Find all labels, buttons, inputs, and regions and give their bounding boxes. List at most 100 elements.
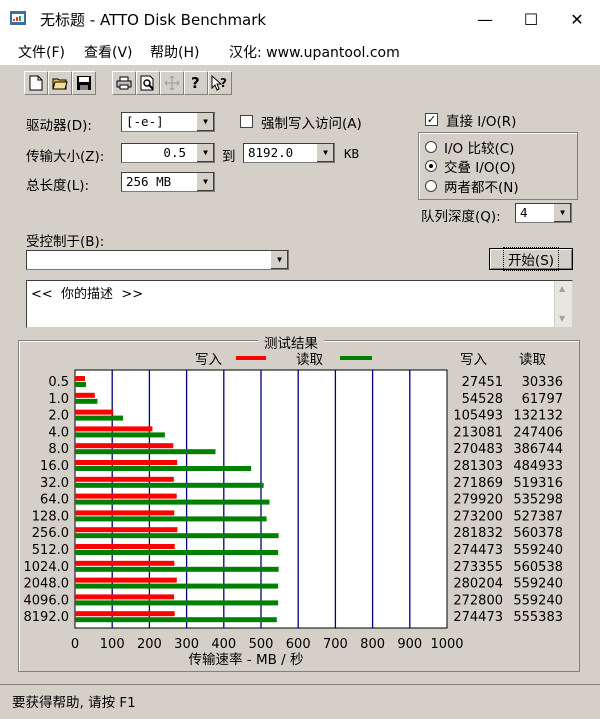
start-button-label: 开始(S) xyxy=(502,247,560,271)
scroll-down-icon[interactable]: ▼ xyxy=(559,314,565,323)
checkmark-icon: ✓ xyxy=(426,113,437,126)
y-tick-label: 512.0 xyxy=(32,543,69,558)
io-compare-radio[interactable] xyxy=(425,141,437,153)
transfer-to-select[interactable]: 8192.0 ▼ xyxy=(243,143,335,163)
x-tick-label: 1000 xyxy=(430,637,463,652)
queue-depth-select[interactable]: 4 ▼ xyxy=(515,203,572,223)
neither-label: 两者都不(N) xyxy=(444,180,519,196)
y-tick-label: 32.0 xyxy=(40,476,69,491)
print-button[interactable] xyxy=(112,71,136,95)
save-button[interactable] xyxy=(72,71,96,95)
read-value-label: 527387 xyxy=(513,509,563,524)
close-button[interactable]: ✕ xyxy=(554,0,600,38)
write-bar xyxy=(75,376,85,381)
move-button[interactable] xyxy=(160,71,184,95)
read-value-label: 560378 xyxy=(513,526,563,541)
minimize-button[interactable]: — xyxy=(462,0,508,38)
transfer-from-value: 0.5 xyxy=(163,145,186,160)
drive-value: [-e-] xyxy=(126,114,164,129)
open-folder-icon xyxy=(52,78,68,90)
read-bar xyxy=(75,533,279,539)
menu-help[interactable]: 帮助(H) xyxy=(150,42,199,62)
write-value-label: 279920 xyxy=(453,493,503,508)
menu-view[interactable]: 查看(V) xyxy=(84,42,133,62)
write-bar xyxy=(75,392,95,398)
toolbar: ? ? xyxy=(0,64,600,101)
write-bar xyxy=(75,611,175,617)
context-help-button[interactable]: ? xyxy=(208,71,232,95)
x-tick-label: 900 xyxy=(397,637,422,652)
description-text: << 你的描述 >> xyxy=(31,287,144,302)
maximize-button[interactable]: ☐ xyxy=(508,0,554,38)
title-bar: 无标题 - ATTO Disk Benchmark — ☐ ✕ xyxy=(0,0,600,39)
total-length-label: 总长度(L): xyxy=(26,178,90,194)
chevron-down-icon[interactable]: ▼ xyxy=(196,173,214,191)
y-tick-label: 8.0 xyxy=(48,442,69,457)
transfer-from-select[interactable]: 0.5 ▼ xyxy=(121,143,215,163)
chevron-down-icon[interactable]: ▼ xyxy=(316,144,334,162)
description-textarea[interactable]: << 你的描述 >> ▲ ▼ xyxy=(26,280,573,328)
write-bar xyxy=(75,493,177,499)
chevron-down-icon[interactable]: ▼ xyxy=(270,251,288,269)
total-length-select[interactable]: 256 MB ▼ xyxy=(121,172,215,192)
chevron-down-icon[interactable]: ▼ xyxy=(196,144,214,162)
read-bar xyxy=(75,499,270,505)
help-button[interactable]: ? xyxy=(184,71,208,95)
print-icon xyxy=(116,76,132,90)
x-tick-label: 0 xyxy=(71,637,79,652)
y-tick-label: 64.0 xyxy=(40,493,69,508)
print-preview-button[interactable] xyxy=(136,71,160,95)
read-value-label: 519316 xyxy=(513,476,563,491)
write-bar xyxy=(75,409,114,415)
read-value-label: 30336 xyxy=(522,375,563,390)
x-tick-label: 800 xyxy=(360,637,385,652)
x-tick-label: 200 xyxy=(137,637,162,652)
read-value-label: 132132 xyxy=(513,409,563,424)
write-value-label: 27451 xyxy=(462,375,503,390)
context-help-icon: ? xyxy=(211,75,227,91)
transfer-to-value: 8192.0 xyxy=(248,145,294,160)
force-write-checkbox[interactable] xyxy=(240,115,253,128)
legend-read-swatch xyxy=(340,356,372,360)
menu-localized-by[interactable]: 汉化: www.upantool.com xyxy=(229,42,400,62)
direct-io-checkbox[interactable]: ✓ xyxy=(425,113,438,126)
status-text: 要获得帮助, 请按 F1 xyxy=(12,695,136,711)
menu-file[interactable]: 文件(F) xyxy=(18,42,65,62)
description-scrollbar[interactable]: ▲ ▼ xyxy=(554,281,572,327)
chevron-down-icon[interactable]: ▼ xyxy=(196,113,214,131)
drive-select[interactable]: [-e-] ▼ xyxy=(121,112,215,132)
open-button[interactable] xyxy=(48,71,72,95)
x-tick-label: 600 xyxy=(286,637,311,652)
read-bar xyxy=(75,617,277,623)
y-tick-label: 128.0 xyxy=(32,509,69,524)
write-value-label: 270483 xyxy=(453,442,503,457)
write-value-label: 274473 xyxy=(453,543,503,558)
write-value-label: 280204 xyxy=(453,577,503,592)
write-value-label: 213081 xyxy=(453,425,503,440)
read-value-label: 535298 xyxy=(513,493,563,508)
x-tick-label: 400 xyxy=(211,637,236,652)
write-bar xyxy=(75,594,175,600)
controlled-by-select[interactable]: ▼ xyxy=(26,250,289,270)
chevron-down-icon[interactable]: ▼ xyxy=(553,204,571,222)
write-value-label: 273200 xyxy=(453,509,503,524)
transfer-size-label: 传输大小(Z): xyxy=(26,149,105,165)
read-value-label: 247406 xyxy=(513,425,563,440)
write-bar xyxy=(75,460,178,465)
overlap-io-radio[interactable] xyxy=(425,160,437,172)
new-button[interactable] xyxy=(24,71,48,95)
print-preview-icon xyxy=(140,75,154,91)
start-button[interactable]: 开始(S) xyxy=(489,247,573,271)
scroll-up-icon[interactable]: ▲ xyxy=(559,284,565,293)
status-bar: 要获得帮助, 请按 F1 xyxy=(0,684,600,719)
write-value-label: 271869 xyxy=(453,476,503,491)
x-tick-label: 100 xyxy=(100,637,125,652)
y-tick-label: 1.0 xyxy=(48,392,69,407)
help-icon: ? xyxy=(191,75,200,91)
neither-radio[interactable] xyxy=(425,180,437,192)
queue-depth-label: 队列深度(Q): xyxy=(421,209,501,225)
controlled-by-label: 受控制于(B): xyxy=(26,234,105,250)
write-bar xyxy=(75,443,174,449)
write-bar xyxy=(75,510,175,516)
read-bar xyxy=(75,550,279,555)
